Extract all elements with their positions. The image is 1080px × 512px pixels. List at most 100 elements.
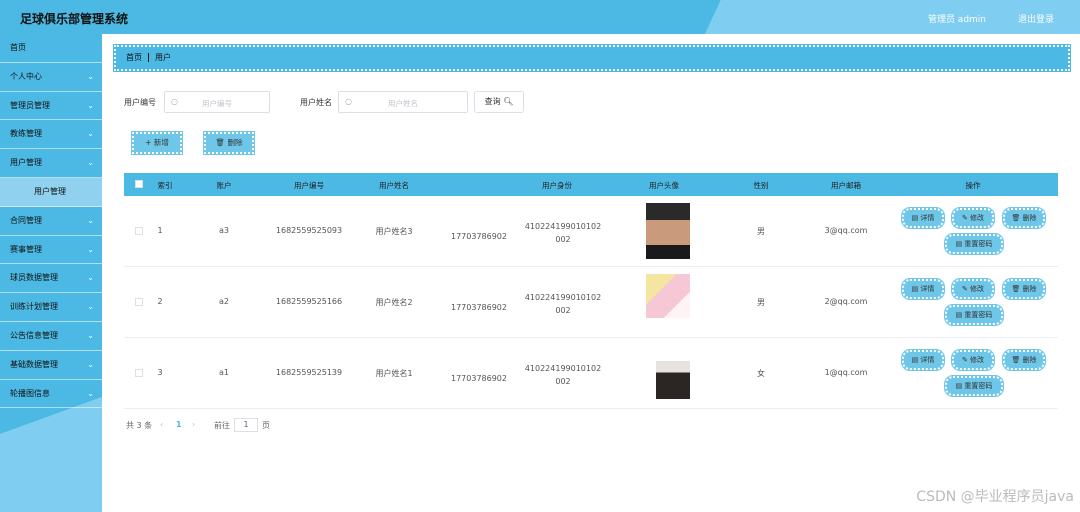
- sidebar-item[interactable]: 教练管理 ⌄: [0, 120, 102, 150]
- batch-delete-label: 删除: [227, 138, 243, 147]
- sidebar-item[interactable]: 基础数据管理 ⌄: [0, 351, 102, 380]
- detail-button[interactable]: ▤ 详情: [901, 278, 945, 300]
- sidebar-item[interactable]: 个人中心 ⌄: [0, 63, 102, 92]
- sidebar-item[interactable]: 赛事管理 ⌄: [0, 236, 102, 265]
- sidebar-item[interactable]: 首页: [0, 34, 102, 63]
- chevron-down-icon: ⌄: [87, 359, 94, 369]
- pencil-icon: ✎: [961, 285, 968, 293]
- row-checkbox[interactable]: [135, 369, 143, 377]
- avatar: [656, 361, 690, 399]
- sidebar-item-label: 个人中心: [10, 71, 42, 81]
- sidebar-item-label: 用户管理: [10, 158, 42, 168]
- user-table: 索引 账户 用户编号 用户姓名 用户身份 用户头像 性别 用户邮箱 操作 1 a3…: [124, 173, 1058, 409]
- reset-password-label: 重置密码: [964, 382, 993, 390]
- batch-delete-button[interactable]: 🗑︎ 删除: [203, 131, 255, 155]
- col-identity: 用户身份: [542, 181, 572, 190]
- delete-button[interactable]: 🗑︎ 删除: [1002, 278, 1046, 300]
- search-icon: 🔍︎: [503, 97, 514, 106]
- delete-button[interactable]: 🗑︎ 删除: [1002, 349, 1046, 371]
- cell-gender: 女: [757, 369, 765, 378]
- delete-button[interactable]: 🗑︎ 删除: [1002, 207, 1046, 229]
- sidebar-item[interactable]: 轮播图信息 ⌄: [0, 380, 102, 409]
- reset-password-button[interactable]: ▤ 重置密码: [944, 375, 1004, 397]
- sidebar-item-label: 赛事管理: [10, 244, 42, 254]
- document-icon: ▤: [911, 285, 919, 293]
- row-checkbox[interactable]: [135, 227, 143, 235]
- document-icon: ▤: [911, 356, 919, 364]
- cell-name: 用户姓名3: [375, 227, 413, 236]
- user-name-input[interactable]: ○ 用户姓名: [338, 91, 468, 113]
- pager-goto-input[interactable]: 1: [234, 418, 258, 432]
- chevron-down-icon: ⌄: [87, 158, 94, 168]
- reset-password-button[interactable]: ▤ 重置密码: [944, 304, 1004, 326]
- identity-line2: 002: [555, 235, 571, 244]
- identity-line2: 002: [555, 306, 571, 315]
- user-code-input[interactable]: ○ 用户编号: [164, 91, 270, 113]
- pager-next[interactable]: ›: [192, 420, 195, 429]
- delete-label: 删除: [1022, 356, 1037, 364]
- chevron-down-icon: ⌄: [87, 100, 94, 110]
- top-header: 足球俱乐部管理系统 管理员 admin 退出登录: [0, 0, 1080, 34]
- avatar: [646, 203, 690, 259]
- sidebar-item[interactable]: 公告信息管理 ⌄: [0, 322, 102, 351]
- cell-code: 1682559525166: [275, 297, 343, 306]
- cell-phone: 17703786902: [451, 374, 507, 383]
- pager-current[interactable]: 1: [176, 420, 182, 429]
- chevron-down-icon: ⌄: [87, 215, 94, 225]
- sidebar-item-label: 公告信息管理: [10, 330, 58, 340]
- chevron-down-icon: ⌄: [87, 129, 94, 139]
- edit-button[interactable]: ✎ 修改: [951, 349, 995, 371]
- cell-email: 1@qq.com: [824, 368, 868, 377]
- sidebar-item[interactable]: 用户管理 ⌄: [0, 149, 102, 178]
- header-decoration: [560, 0, 1080, 34]
- edit-label: 修改: [970, 285, 985, 293]
- reset-password-label: 重置密码: [964, 240, 993, 248]
- identity-line1: 410224199010102: [524, 222, 602, 231]
- app-title: 足球俱乐部管理系统: [20, 12, 129, 26]
- row-checkbox[interactable]: [135, 298, 143, 306]
- cell-phone: 17703786902: [451, 232, 507, 241]
- pencil-icon: ✎: [961, 214, 968, 222]
- select-all-checkbox[interactable]: [135, 180, 143, 188]
- logout-link[interactable]: 退出登录: [1018, 12, 1054, 25]
- edit-button[interactable]: ✎ 修改: [951, 278, 995, 300]
- delete-label: 删除: [1022, 285, 1037, 293]
- user-code-label: 用户编号: [124, 98, 156, 107]
- sidebar-item[interactable]: 管理员管理 ⌄: [0, 92, 102, 121]
- col-name: 用户姓名: [379, 181, 409, 190]
- table-row: 3 a1 1682559525139 用户姓名1 17703786902 41022419…: [124, 338, 1058, 409]
- detail-button[interactable]: ▤ 详情: [901, 207, 945, 229]
- current-user: 管理员 admin: [927, 15, 986, 25]
- chevron-down-icon: ⌄: [87, 273, 94, 283]
- sidebar-item[interactable]: 球员数据管理 ⌄: [0, 264, 102, 294]
- document-icon: ▤: [955, 382, 963, 390]
- chevron-down-icon: ⌄: [87, 71, 94, 81]
- chevron-down-icon: ⌄: [87, 388, 94, 398]
- detail-button[interactable]: ▤ 详情: [901, 349, 945, 371]
- trash-icon: 🗑︎: [215, 138, 226, 147]
- edit-label: 修改: [970, 214, 985, 222]
- detail-label: 详情: [920, 285, 935, 293]
- pager-unit: 页: [262, 421, 270, 430]
- sidebar-item[interactable]: 合同管理 ⌄: [0, 207, 102, 236]
- query-button[interactable]: 查询 🔍︎: [474, 91, 524, 113]
- cell-index: 3: [157, 368, 163, 377]
- cell-index: 1: [157, 226, 163, 235]
- reset-password-button[interactable]: ▤ 重置密码: [944, 233, 1004, 255]
- watermark: CSDN @毕业程序员java: [916, 489, 1074, 505]
- breadcrumb-home[interactable]: 首页: [126, 53, 142, 62]
- trash-icon: 🗑︎: [1011, 285, 1021, 293]
- pager-prev[interactable]: ‹: [160, 420, 163, 429]
- sidebar-item-label: 合同管理: [10, 215, 42, 225]
- breadcrumb: 首页 用户: [113, 44, 1071, 72]
- sidebar-item-label: 用户管理: [34, 186, 66, 196]
- sidebar-item[interactable]: 用户管理: [0, 177, 102, 207]
- cell-account: a1: [219, 368, 229, 377]
- query-label: 查询: [484, 97, 501, 106]
- document-icon: ▤: [911, 214, 919, 222]
- identity-line1: 410224199010102: [524, 293, 602, 302]
- sidebar-item[interactable]: 训练计划管理 ⌄: [0, 293, 102, 322]
- edit-button[interactable]: ✎ 修改: [951, 207, 995, 229]
- sidebar-item-label: 基础数据管理: [10, 359, 58, 369]
- add-button[interactable]: + 新增: [131, 131, 183, 155]
